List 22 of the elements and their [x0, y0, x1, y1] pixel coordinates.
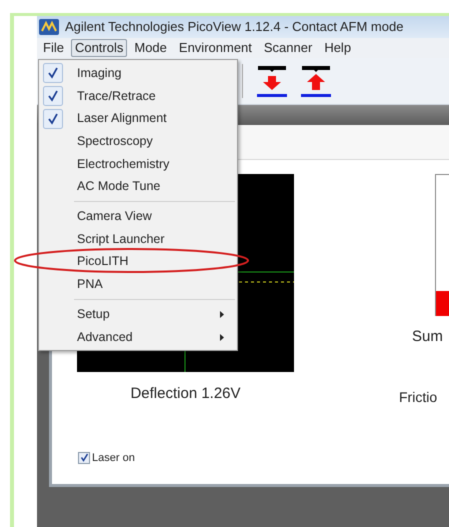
- menu-option[interactable]: Camera View: [39, 205, 237, 228]
- laser-on-label: Laser on: [92, 450, 135, 466]
- sum-label: Sum: [412, 327, 443, 347]
- deflection-label: Deflection 1.26V: [130, 384, 241, 404]
- menu-option[interactable]: PNA: [39, 273, 237, 296]
- menu-item[interactable]: Mode: [129, 39, 172, 57]
- menu-item[interactable]: Scanner: [258, 39, 318, 57]
- friction-label: Frictio: [399, 388, 438, 406]
- menu-option[interactable]: Electrochemistry: [39, 152, 237, 176]
- menu-option[interactable]: Imaging: [39, 62, 237, 85]
- menu-option[interactable]: AC Mode Tune: [39, 175, 237, 198]
- submenu-item[interactable]: Advanced: [39, 326, 237, 348]
- menu-item[interactable]: Controls: [70, 39, 128, 57]
- menu-item[interactable]: Help: [319, 39, 356, 57]
- menu-option[interactable]: Laser Alignment: [39, 107, 237, 130]
- submenu-item[interactable]: Setup: [39, 302, 237, 326]
- menu-item[interactable]: File: [38, 39, 69, 57]
- menu-option[interactable]: Spectroscopy: [39, 130, 237, 153]
- menu-option[interactable]: Trace/Retrace: [39, 84, 237, 108]
- menu-option[interactable]: Script Launcher: [39, 228, 237, 250]
- window-title: Agilent Technologies PicoView 1.12.4 - Contact AFM mode: [65, 18, 404, 36]
- menu-item[interactable]: Environment: [174, 39, 257, 57]
